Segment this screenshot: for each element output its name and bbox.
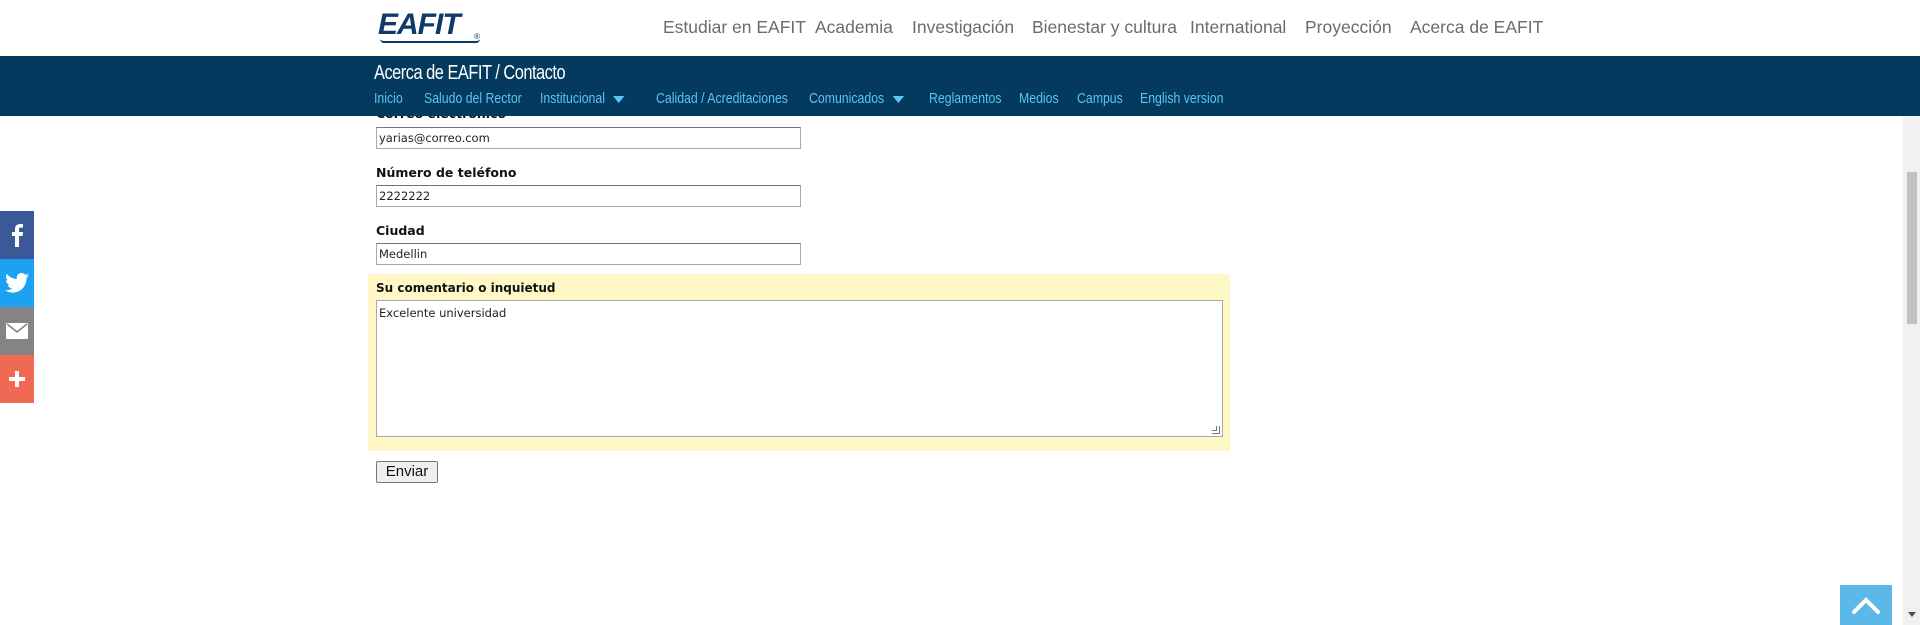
comment-textarea[interactable]: Excelente universidad [376,300,1223,437]
nav-international[interactable]: International [1190,17,1286,38]
nav-academia[interactable]: Academia [815,17,893,38]
comment-text: Excelente universidad [379,306,507,320]
email-icon [6,323,28,339]
logo-swoosh [380,39,480,43]
city-label: Ciudad [376,223,425,238]
city-field[interactable]: Medellin [376,243,801,265]
subnav-medios[interactable]: Medios [1019,90,1059,107]
share-twitter-button[interactable] [0,259,34,307]
scrollbar-thumb[interactable] [1907,172,1917,324]
chevron-down-icon [613,95,625,103]
email-field[interactable]: yarias@correo.com [376,127,801,149]
chevron-up-icon [1852,597,1880,614]
logo-text: EAFIT [378,8,461,41]
submit-button[interactable]: Enviar [376,461,438,483]
facebook-icon [12,224,23,247]
page-scrollbar[interactable] [1903,116,1920,625]
plus-icon [9,371,25,387]
share-more-button[interactable] [0,355,34,403]
subnav-calidad[interactable]: Calidad / Acreditaciones [656,90,788,107]
subnav-saludo-rector[interactable]: Saludo del Rector [424,90,522,107]
subnav-comunicados-label: Comunicados [809,90,885,107]
eafit-logo[interactable]: EAFIT ® [378,10,484,44]
section-header: Acerca de EAFIT / Contacto Inicio Saludo… [0,56,1920,116]
back-to-top-button[interactable] [1840,585,1892,625]
scroll-down-arrow-icon[interactable] [1908,612,1916,617]
chevron-down-icon [892,95,904,103]
phone-label: Número de teléfono [376,165,517,180]
top-header: EAFIT ® Estudiar en EAFIT Academia Inves… [0,0,1920,56]
share-email-button[interactable] [0,307,34,355]
nav-acerca[interactable]: Acerca de EAFIT [1410,17,1543,38]
phone-field[interactable]: 2222222 [376,185,801,207]
nav-estudiar[interactable]: Estudiar en EAFIT [663,17,806,38]
subnav-comunicados[interactable]: Comunicados [809,90,904,107]
nav-bienestar[interactable]: Bienestar y cultura [1032,17,1177,38]
logo-registered-icon: ® [474,32,480,41]
share-facebook-button[interactable] [0,211,34,259]
subnav-english[interactable]: English version [1140,90,1223,107]
subnav-institucional-label: Institucional [540,90,605,107]
comment-label: Su comentario o inquietud [376,281,556,295]
subnav-reglamentos[interactable]: Reglamentos [929,90,1001,107]
subnav-inicio[interactable]: Inicio [374,90,403,107]
nav-proyeccion[interactable]: Proyección [1305,17,1392,38]
page-title: Acerca de EAFIT / Contacto [374,62,566,84]
nav-investigacion[interactable]: Investigación [912,17,1014,38]
subnav-campus[interactable]: Campus [1077,90,1123,107]
subnav-institucional[interactable]: Institucional [540,90,625,107]
resize-handle-icon[interactable] [1212,426,1220,434]
twitter-icon [5,273,29,293]
